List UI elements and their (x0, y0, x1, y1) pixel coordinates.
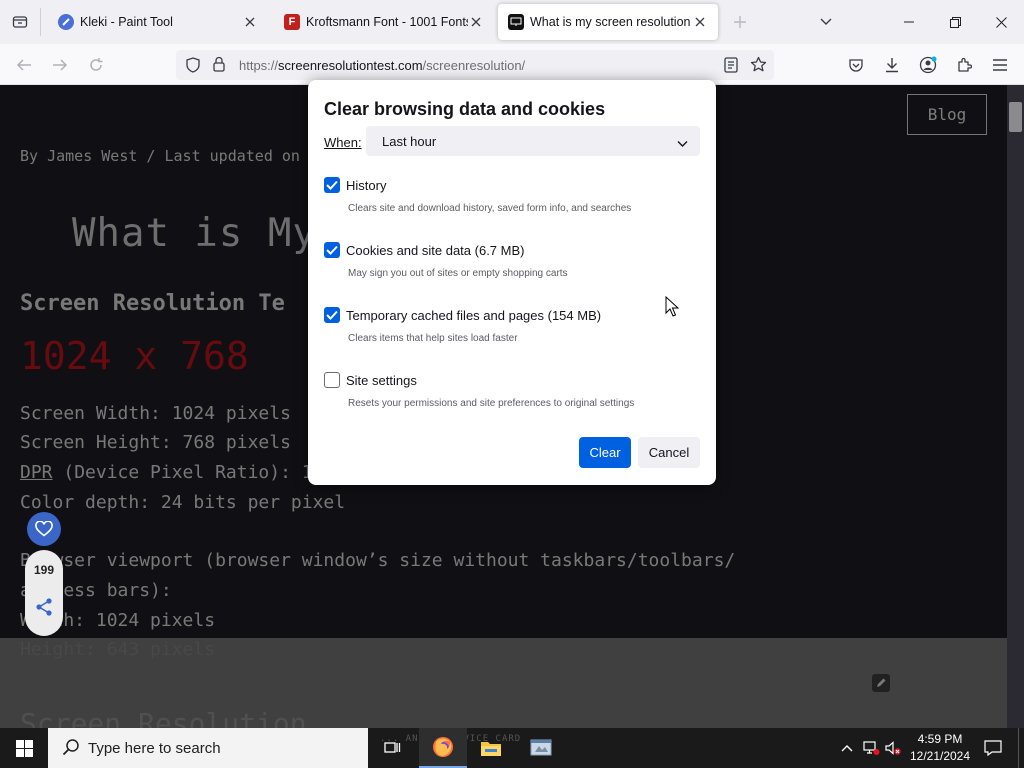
tab-title: What is my screen resolution - (530, 15, 692, 29)
taskbar: Type here to search ... ANDER SERVICE CA… (0, 728, 1024, 768)
clear-button[interactable]: Clear (579, 437, 631, 468)
forward-arrow-icon[interactable] (46, 51, 74, 79)
option-description: May sign you out of sites or empty shopp… (348, 268, 568, 279)
chevron-down-icon (677, 135, 688, 153)
reload-icon[interactable] (82, 51, 110, 79)
clock-date[interactable]: 12/21/2024 (900, 749, 980, 763)
search-icon (62, 738, 80, 761)
option-description: Clears site and download history, saved … (348, 203, 632, 214)
cancel-button[interactable]: Cancel (638, 437, 700, 468)
url-host: screenresolutiontest.com (278, 58, 423, 73)
heart-icon[interactable] (27, 512, 61, 546)
tab-screen-resolution[interactable]: What is my screen resolution - (498, 4, 718, 40)
chevron-up-icon[interactable] (838, 739, 856, 757)
extensions-icon[interactable] (950, 51, 978, 79)
tab-separator (40, 8, 41, 36)
cache-checkbox[interactable] (324, 307, 340, 323)
firefox-taskbar-icon[interactable] (419, 728, 467, 768)
share-count: 199 (33, 563, 55, 577)
search-placeholder: Type here to search (88, 740, 221, 757)
page-scrollbar[interactable] (1007, 85, 1024, 728)
close-tab-icon[interactable] (468, 14, 484, 30)
download-icon[interactable] (878, 51, 906, 79)
tab-strip: Kleki - Paint Tool F Kroftsmann Font - 1… (0, 0, 1024, 44)
new-tab-icon[interactable] (728, 10, 752, 34)
file-explorer-icon[interactable] (467, 728, 515, 768)
tab-kleki[interactable]: Kleki - Paint Tool (48, 4, 268, 40)
minimize-icon[interactable] (886, 0, 932, 44)
url-scheme: https:// (239, 58, 279, 73)
windows-start-icon[interactable] (0, 728, 48, 768)
history-checkbox[interactable] (324, 177, 340, 193)
when-label: When: (324, 135, 362, 150)
app-window-icon[interactable] (517, 728, 565, 768)
site-settings-checkbox[interactable] (324, 372, 340, 388)
navigation-toolbar: https://screenresolutiontest.com/screenr… (0, 44, 1024, 85)
clock-time[interactable]: 4:59 PM (900, 732, 980, 746)
f-icon: F (284, 14, 300, 30)
kleki-icon (58, 14, 74, 30)
option-description: Clears items that help sites load faster (348, 333, 518, 344)
option-description: Resets your permissions and site prefere… (348, 398, 635, 409)
notification-icon[interactable] (978, 728, 1008, 768)
tab-title: Kroftsmann Font - 1001 Fonts (306, 15, 468, 29)
show-desktop-button[interactable] (1018, 728, 1024, 768)
account-icon[interactable] (914, 51, 942, 79)
pocket-icon[interactable] (842, 51, 870, 79)
share-icon[interactable] (27, 590, 61, 624)
hamburger-menu-icon[interactable] (986, 51, 1014, 79)
scrollbar-thumb[interactable] (1009, 102, 1022, 132)
close-tab-icon[interactable] (242, 14, 258, 30)
network-icon[interactable] (862, 739, 880, 757)
option-label[interactable]: History (346, 178, 386, 193)
close-window-icon[interactable] (978, 0, 1024, 44)
tab-title: Kleki - Paint Tool (80, 15, 173, 29)
url-bar[interactable]: https://screenresolutiontest.com/screenr… (176, 50, 774, 80)
chevron-down-icon[interactable] (814, 10, 838, 34)
close-tab-icon[interactable] (692, 14, 708, 30)
monitor-icon (508, 14, 524, 30)
time-range-select[interactable]: Last hour (366, 126, 700, 156)
clear-data-dialog: Clear browsing data and cookies When: La… (308, 80, 716, 485)
time-range-value: Last hour (382, 134, 437, 149)
task-view-icon[interactable] (368, 728, 416, 768)
lock-icon[interactable] (212, 56, 226, 77)
restore-icon[interactable] (932, 0, 978, 44)
option-label[interactable]: Temporary cached files and pages (154 MB… (346, 308, 601, 323)
dialog-title: Clear browsing data and cookies (324, 99, 606, 119)
mouse-cursor-icon (665, 295, 680, 323)
firefox-view-icon[interactable] (0, 0, 40, 44)
tracking-shield-icon[interactable] (186, 57, 200, 78)
back-arrow-icon[interactable] (10, 51, 38, 79)
cookies-checkbox[interactable] (324, 242, 340, 258)
reader-view-icon[interactable] (724, 57, 738, 78)
option-label[interactable]: Cookies and site data (6.7 MB) (346, 243, 524, 258)
tab-kroftsmann[interactable]: F Kroftsmann Font - 1001 Fonts (274, 4, 494, 40)
bookmark-star-icon[interactable] (750, 56, 767, 78)
url-path: /screenresolution/ (422, 58, 526, 73)
taskbar-search-input[interactable]: Type here to search (48, 728, 368, 768)
option-label[interactable]: Site settings (346, 373, 417, 388)
url-text: https://screenresolutiontest.com/screenr… (239, 58, 525, 73)
